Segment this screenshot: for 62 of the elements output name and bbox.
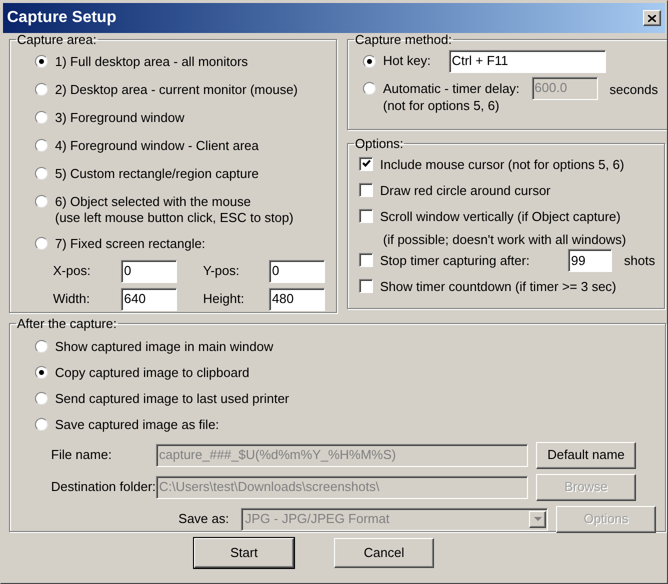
field-label: Height: bbox=[202, 290, 246, 308]
option-label: Send captured image to last used printer bbox=[55, 390, 290, 408]
dialog-button[interactable]: Start bbox=[194, 538, 294, 568]
checkbox[interactable] bbox=[359, 208, 373, 222]
option-label: 3) Foreground window bbox=[55, 110, 184, 126]
input-field[interactable]: 99 bbox=[568, 248, 612, 272]
radio-button[interactable] bbox=[35, 366, 48, 379]
option-label: 5) Custom rectangle/region capture bbox=[55, 166, 259, 182]
checkbox[interactable] bbox=[359, 252, 373, 266]
option-label: Copy captured image to clipboard bbox=[55, 364, 250, 382]
option-label: 2) Desktop area - current monitor (mouse) bbox=[55, 82, 298, 98]
option-note: (not for options 5, 6) bbox=[383, 96, 500, 114]
radio-button[interactable] bbox=[35, 138, 48, 152]
option-note: (if possible; doesn't work with all windows) bbox=[382, 230, 626, 249]
checkbox[interactable] bbox=[359, 182, 373, 196]
option-label: Show timer countdown (if timer >= 3 sec) bbox=[380, 278, 616, 294]
option-label: Include mouse cursor (not for options 5, 6) bbox=[380, 156, 624, 172]
option-label: Save captured image as file: bbox=[55, 416, 220, 434]
radio-button[interactable] bbox=[363, 54, 376, 68]
radio-button[interactable] bbox=[35, 110, 48, 124]
input-field[interactable]: Ctrl + F11 bbox=[448, 50, 606, 72]
option-label: 7) Fixed screen rectangle: bbox=[55, 236, 206, 252]
close-button[interactable] bbox=[643, 10, 661, 26]
input-field[interactable]: 480 bbox=[269, 288, 325, 310]
option-label: 4) Foreground window - Client area bbox=[55, 138, 259, 154]
checkbox[interactable] bbox=[359, 156, 373, 170]
radio-button[interactable] bbox=[35, 82, 48, 96]
option-label: Scroll window vertically (if Object capture) bbox=[380, 208, 622, 224]
input-field[interactable]: 640 bbox=[121, 288, 177, 310]
field-label: X-pos: bbox=[53, 262, 92, 280]
group-title: After the capture: bbox=[16, 315, 118, 333]
radio-button[interactable] bbox=[35, 54, 48, 68]
option-label: 6) Object selected with the mouse bbox=[55, 194, 252, 210]
input-field[interactable]: 0 bbox=[121, 260, 177, 282]
unit-label: seconds bbox=[610, 80, 658, 98]
field-label: Destination folder: bbox=[50, 478, 152, 496]
group-title: Capture method: bbox=[354, 31, 453, 49]
radio-button[interactable] bbox=[35, 418, 48, 431]
radio-button[interactable] bbox=[35, 340, 48, 353]
window-title: Capture Setup bbox=[7, 8, 116, 28]
option-note: (use left mouse button click, ESC to stop) bbox=[55, 210, 294, 227]
field-label: Y-pos: bbox=[202, 262, 240, 280]
dialog-button[interactable]: Cancel bbox=[334, 538, 434, 568]
group-title: Options: bbox=[354, 135, 404, 153]
unit-label: shots bbox=[624, 252, 656, 268]
radio-button[interactable] bbox=[35, 392, 48, 405]
option-label: Automatic - timer delay: bbox=[383, 80, 520, 96]
field-label: Save as: bbox=[177, 510, 230, 528]
option-label: 1) Full desktop area - all monitors bbox=[55, 54, 248, 70]
radio-button[interactable] bbox=[35, 166, 48, 180]
radio-button[interactable] bbox=[35, 236, 48, 250]
option-label: Show captured image in main window bbox=[55, 338, 274, 356]
option-label: Stop timer capturing after: bbox=[380, 252, 531, 268]
close-icon bbox=[648, 14, 656, 22]
radio-button[interactable] bbox=[35, 194, 48, 208]
checkbox[interactable] bbox=[359, 278, 373, 292]
field-label: File name: bbox=[50, 446, 113, 464]
field-label: Width: bbox=[53, 290, 91, 308]
group-title: Capture area: bbox=[16, 31, 98, 49]
option-label: Draw red circle around cursor bbox=[380, 182, 551, 198]
input-field[interactable]: 0 bbox=[269, 260, 325, 282]
option-label: Hot key: bbox=[383, 52, 431, 70]
